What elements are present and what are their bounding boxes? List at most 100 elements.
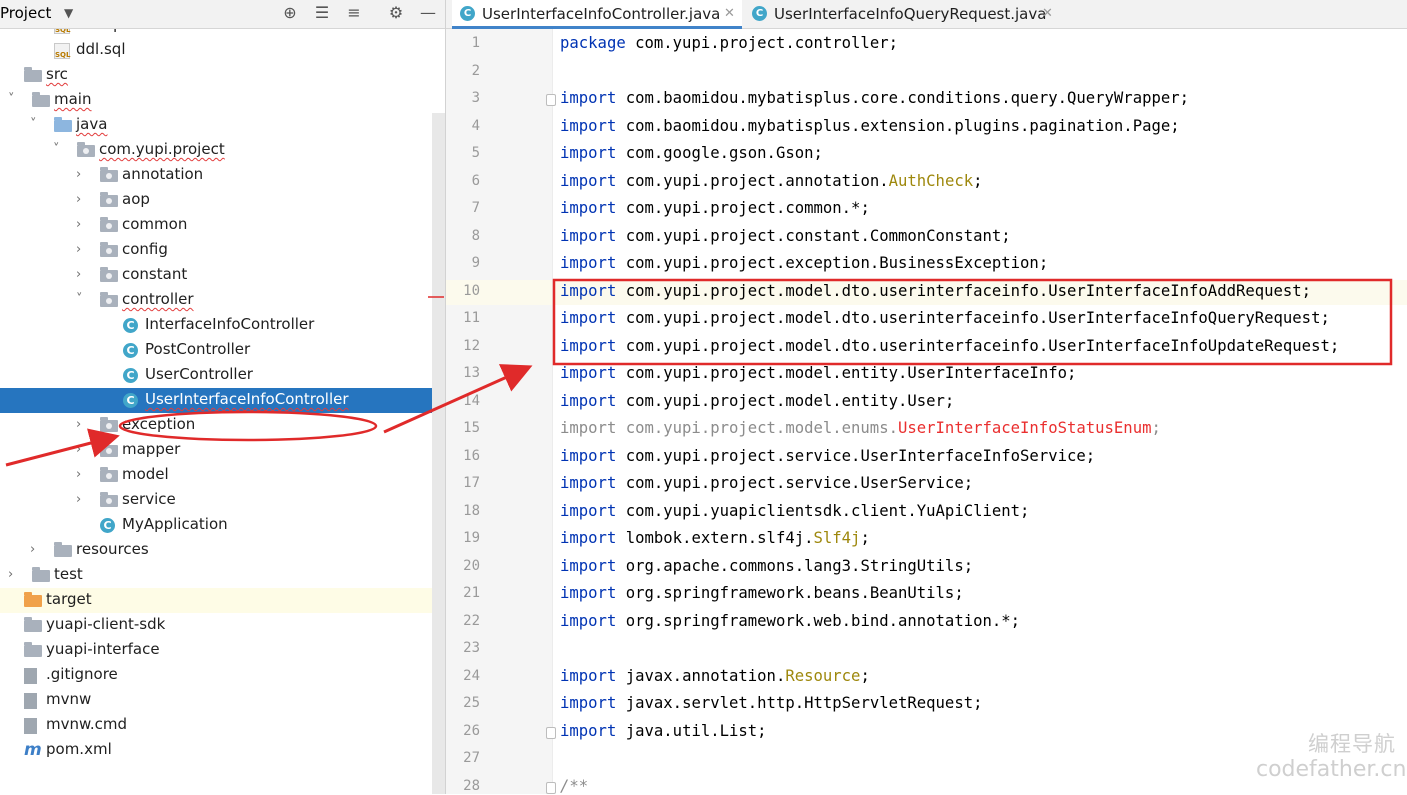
tree-item[interactable]: src — [0, 63, 445, 88]
tree-item-label: test — [54, 565, 83, 583]
tree-item[interactable]: m pom.xml — [0, 738, 445, 763]
tree-item-label: java — [76, 115, 108, 133]
code-line[interactable]: import com.yupi.project.model.dto.userin… — [560, 309, 1330, 327]
chevron-right-icon[interactable]: › — [76, 167, 88, 183]
tree-item[interactable]: ˅ java — [0, 113, 445, 138]
tree-item[interactable]: ˅ com.yupi.project — [0, 138, 445, 163]
code-line[interactable]: import com.yupi.project.common.*; — [560, 199, 870, 217]
code-line[interactable]: import com.yupi.project.service.UserInte… — [560, 447, 1095, 465]
tree-item[interactable]: › exception — [0, 413, 445, 438]
code-line[interactable]: import com.yupi.project.model.entity.Use… — [560, 392, 954, 410]
chevron-right-icon[interactable]: › — [76, 242, 88, 258]
tree-item[interactable]: › resources — [0, 538, 445, 563]
chevron-right-icon[interactable]: › — [76, 267, 88, 283]
tree-item[interactable]: › test — [0, 563, 445, 588]
tree-item[interactable]: › config — [0, 238, 445, 263]
code-line[interactable]: import com.yupi.project.exception.Busine… — [560, 254, 1048, 272]
code-line[interactable]: import javax.annotation.Resource; — [560, 667, 870, 685]
tree-item[interactable]: C PostController — [0, 338, 445, 363]
code-line[interactable]: import com.baomidou.mybatisplus.core.con… — [560, 89, 1189, 107]
line-number: 26 — [463, 722, 480, 739]
code-line[interactable]: import com.yupi.project.model.dto.userin… — [560, 282, 1311, 300]
tree-item[interactable]: C UserController — [0, 363, 445, 388]
code-line[interactable]: import com.google.gson.Gson; — [560, 144, 823, 162]
gutter-divider — [552, 29, 553, 794]
fold-marker-icon[interactable] — [546, 94, 556, 106]
tree-item[interactable]: › aop — [0, 188, 445, 213]
tree-item[interactable]: › mapper — [0, 438, 445, 463]
line-number: 3 — [471, 90, 480, 106]
fold-marker-icon[interactable] — [546, 726, 556, 739]
tree-item[interactable]: mvnw — [0, 688, 445, 713]
hide-panel-icon[interactable]: — — [418, 3, 438, 23]
tree-item[interactable]: yuapi-interface — [0, 638, 445, 663]
code-line[interactable]: import com.yupi.project.model.entity.Use… — [560, 364, 1076, 382]
chevron-right-icon[interactable]: › — [76, 467, 88, 483]
folder-icon — [24, 617, 42, 632]
tree-item[interactable]: target — [0, 588, 445, 613]
code-line[interactable]: import org.apache.commons.lang3.StringUt… — [560, 557, 973, 575]
chevron-right-icon[interactable]: › — [76, 192, 88, 208]
chevron-right-icon[interactable]: › — [76, 417, 88, 433]
tree-item[interactable]: ddl.sql — [0, 38, 445, 63]
code-token: org.springframework.beans.BeanUtils; — [625, 584, 964, 602]
project-scrollbar[interactable] — [432, 113, 445, 794]
line-number: 15 — [463, 420, 480, 436]
code-line[interactable]: import com.yupi.project.annotation.AuthC… — [560, 172, 983, 190]
chevron-down-icon[interactable]: ˅ — [53, 142, 65, 158]
chevron-right-icon[interactable]: › — [30, 542, 42, 558]
code-line[interactable]: package com.yupi.project.controller; — [560, 34, 898, 52]
code-line[interactable]: import com.baomidou.mybatisplus.extensio… — [560, 117, 1180, 135]
tree-item[interactable]: ˅ controller — [0, 288, 445, 313]
code-token: org.springframework.web.bind.annotation.… — [625, 611, 1021, 630]
code-line[interactable]: import com.yupi.yuapiclientsdk.client.Yu… — [560, 502, 1029, 520]
chevron-down-icon[interactable]: ˅ — [30, 117, 42, 133]
tab-userinterfaceinfocontroller[interactable]: C UserInterfaceInfoController.java ✕ — [452, 0, 742, 29]
tree-item-label: controller — [122, 290, 194, 308]
code-line[interactable]: import com.yupi.project.constant.CommonC… — [560, 227, 1011, 245]
tree-item-label: yuapi-interface — [46, 640, 160, 658]
tree-item[interactable]: yuapi-client-sdk — [0, 613, 445, 638]
tree-item[interactable]: .gitignore — [0, 663, 445, 688]
code-line[interactable]: import com.yupi.project.model.enums.User… — [560, 419, 1161, 437]
collapse-all-icon[interactable]: ≡ — [344, 3, 364, 23]
chevron-down-icon[interactable]: ▼ — [64, 6, 73, 20]
code-line[interactable]: /** — [560, 777, 588, 795]
tab-userinterfaceinfoqueryrequest[interactable]: C UserInterfaceInfoQueryRequest.java ✕ — [744, 0, 1053, 28]
tree-item[interactable]: mvnw.cmd — [0, 713, 445, 738]
chevron-down-icon[interactable]: ˅ — [8, 92, 20, 108]
chevron-right-icon[interactable]: › — [76, 492, 88, 508]
gear-icon[interactable]: ⚙ — [386, 3, 406, 23]
tree-item-label: ddl.sql — [76, 40, 126, 58]
tree-item[interactable]: › constant — [0, 263, 445, 288]
chevron-down-icon[interactable]: ˅ — [76, 292, 88, 308]
tree-item[interactable]: ˅ main — [0, 88, 445, 113]
tree-item[interactable]: › common — [0, 213, 445, 238]
code-line[interactable]: import com.yupi.project.service.UserServ… — [560, 474, 973, 492]
locate-icon[interactable]: ⊕ — [280, 3, 300, 23]
code-line[interactable]: import org.springframework.web.bind.anno… — [560, 612, 1020, 630]
project-title[interactable]: Project — [0, 4, 51, 22]
tree-item-label: resources — [76, 540, 149, 558]
class-icon: C — [752, 6, 767, 21]
code-token: import — [560, 611, 617, 630]
code-line[interactable]: import org.springframework.beans.BeanUti… — [560, 584, 964, 602]
tree-item[interactable]: › model — [0, 463, 445, 488]
expand-all-icon[interactable]: ☰ — [312, 3, 332, 23]
tree-item[interactable]: C InterfaceInfoController — [0, 313, 445, 338]
close-icon[interactable]: ✕ — [1042, 6, 1053, 21]
close-icon[interactable]: ✕ — [724, 6, 735, 21]
code-line[interactable]: import lombok.extern.slf4j.Slf4j; — [560, 529, 870, 547]
tree-item[interactable]: › service — [0, 488, 445, 513]
chevron-right-icon[interactable]: › — [76, 442, 88, 458]
class-icon: C — [123, 368, 138, 383]
code-line[interactable]: import java.util.List; — [560, 722, 767, 740]
chevron-right-icon[interactable]: › — [8, 567, 20, 583]
code-line[interactable]: import com.yupi.project.model.dto.userin… — [560, 337, 1339, 355]
chevron-right-icon[interactable]: › — [76, 217, 88, 233]
tree-item[interactable]: C MyApplication — [0, 513, 445, 538]
tree-item[interactable]: › annotation — [0, 163, 445, 188]
code-line[interactable]: import javax.servlet.http.HttpServletReq… — [560, 694, 983, 712]
fold-marker-icon[interactable] — [546, 781, 556, 794]
tree-item[interactable]: C UserInterfaceInfoController — [0, 388, 445, 413]
